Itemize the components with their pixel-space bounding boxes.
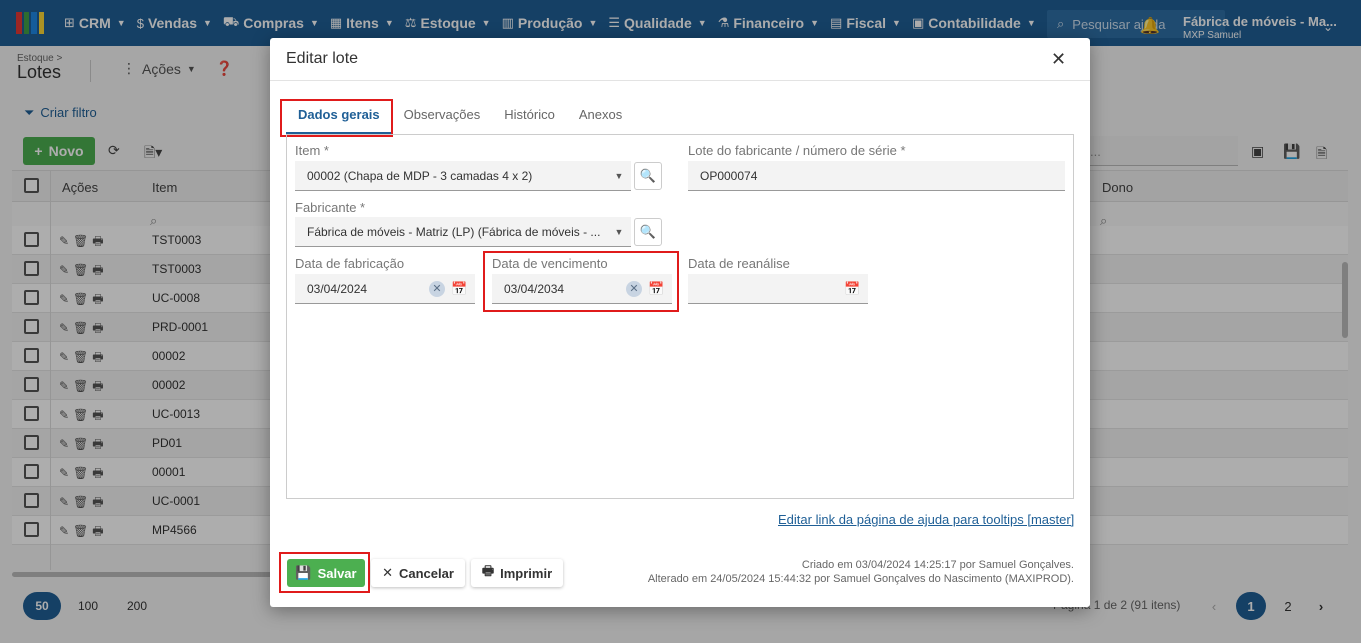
dialog-header: Editar lote ✕ [270, 38, 1090, 81]
tab-notes[interactable]: Observações [392, 100, 493, 134]
annotation-highlight-save [279, 552, 370, 593]
edit-lot-dialog: Editar lote ✕ Dados gerais Observações H… [270, 38, 1090, 607]
item-label: Item * [295, 143, 329, 158]
item-select[interactable]: 00002 (Chapa de MDP - 3 camadas 4 x 2) ▼ [295, 161, 631, 191]
help-link[interactable]: Editar link da página de ajuda para tool… [778, 512, 1074, 527]
calendar-icon[interactable]: 📅 [844, 281, 864, 297]
dialog-title: Editar lote [286, 50, 359, 67]
manufacturer-search-button[interactable]: 🔍 [634, 218, 662, 246]
created-info: Criado em 03/04/2024 14:25:17 por Samuel… [801, 559, 1074, 571]
calendar-icon[interactable]: 📅 [451, 281, 471, 297]
print-button[interactable]: 🖶 Imprimir [471, 559, 563, 587]
mfg-date-label: Data de fabricação [295, 256, 405, 271]
reanalysis-date-label: Data de reanálise [688, 256, 790, 271]
reanalysis-date-input[interactable]: 📅 [688, 274, 868, 304]
clear-icon[interactable]: ✕ [429, 280, 445, 297]
caret-down-icon: ▼ [614, 170, 624, 181]
lot-label: Lote do fabricante / número de série * [688, 143, 906, 158]
audit-info: Criado em 03/04/2024 14:25:17 por Samuel… [648, 558, 1074, 586]
annotation-highlight-expiration [483, 251, 679, 312]
tab-history[interactable]: Histórico [492, 100, 567, 134]
item-search-button[interactable]: 🔍 [634, 162, 662, 190]
modified-info: Alterado em 24/05/2024 15:44:32 por Samu… [647, 573, 1074, 585]
mfg-date-input[interactable]: 03/04/2024 ✕ 📅 [295, 274, 475, 304]
caret-down-icon: ▼ [614, 226, 624, 237]
printer-icon: 🖶 [481, 563, 495, 578]
close-icon: ✕ [382, 565, 393, 580]
search-icon: 🔍 [639, 168, 657, 183]
manufacturer-label: Fabricante * [295, 200, 366, 215]
close-icon[interactable]: ✕ [1051, 49, 1066, 70]
manufacturer-select[interactable]: Fábrica de móveis - Matriz (LP) (Fábrica… [295, 217, 631, 247]
cancel-button[interactable]: ✕ Cancelar [371, 559, 465, 587]
tab-attachments[interactable]: Anexos [567, 100, 634, 134]
lot-number-input[interactable]: OP000074 [688, 161, 1065, 191]
annotation-highlight-tab [280, 99, 393, 137]
general-tab-panel: Item * 00002 (Chapa de MDP - 3 camadas 4… [286, 134, 1074, 499]
search-icon: 🔍 [639, 224, 657, 239]
